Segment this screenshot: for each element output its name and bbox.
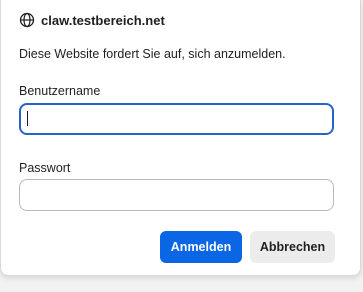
text-caret — [27, 111, 28, 126]
cancel-button[interactable]: Abbrechen — [250, 231, 335, 263]
login-prompt-message: Diese Website fordert Sie auf, sich anzu… — [19, 47, 286, 61]
username-input[interactable] — [19, 103, 334, 135]
username-label: Benutzername — [19, 84, 101, 98]
dialog-header: claw.testbereich.net — [19, 10, 165, 30]
site-name: claw.testbereich.net — [41, 12, 165, 28]
login-dialog: claw.testbereich.net Diese Website forde… — [0, 0, 361, 276]
login-button[interactable]: Anmelden — [160, 231, 242, 263]
globe-icon — [19, 12, 35, 28]
password-input[interactable] — [19, 179, 334, 211]
password-label: Passwort — [19, 161, 71, 175]
